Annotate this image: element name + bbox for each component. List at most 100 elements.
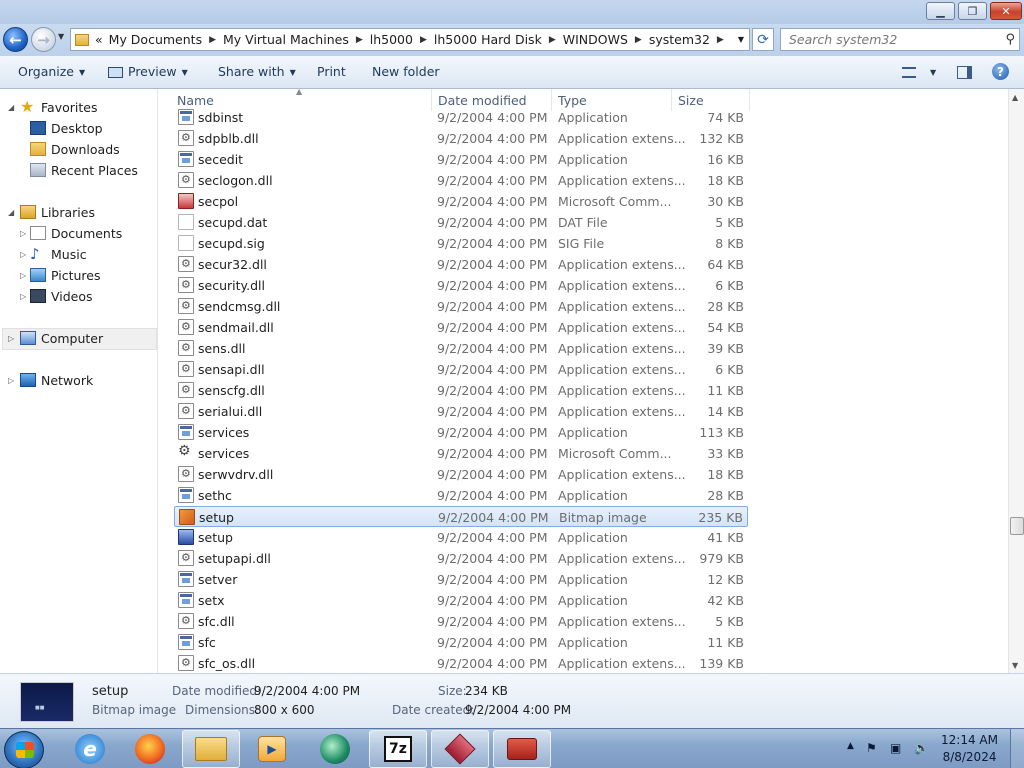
- file-row[interactable]: services 9/2/2004 4:00 PM Microsoft Comm..…: [174, 443, 748, 464]
- breadcrumb-chevron-icon[interactable]: ▶: [549, 35, 556, 45]
- file-row[interactable]: setup 9/2/2004 4:00 PM Application 41 KB: [174, 527, 748, 548]
- breadcrumb-chevron-icon[interactable]: ▶: [420, 35, 427, 45]
- nav-item-desktop[interactable]: Desktop: [30, 118, 103, 138]
- expand-arrow-icon[interactable]: ▷: [20, 271, 26, 280]
- change-view-button[interactable]: ▼: [902, 64, 936, 79]
- show-hidden-icons-icon[interactable]: ▲: [847, 741, 854, 751]
- forward-button[interactable]: →: [31, 27, 56, 52]
- expand-arrow-icon[interactable]: ▷: [20, 229, 26, 238]
- volume-muted-icon[interactable]: 🔈: [914, 741, 929, 755]
- expand-arrow-icon[interactable]: ▷: [8, 334, 14, 343]
- nav-item-videos[interactable]: Videos: [30, 286, 93, 306]
- column-date-modified[interactable]: Date modified: [438, 93, 527, 108]
- file-row[interactable]: secur32.dll 9/2/2004 4:00 PM Application e…: [174, 254, 748, 275]
- taskbar-app-green[interactable]: [306, 730, 364, 768]
- taskbar-app-diamond[interactable]: [431, 730, 489, 768]
- search-input[interactable]: Search system32 ⚲: [780, 28, 1020, 51]
- breadcrumb-chevron-icon[interactable]: ▶: [356, 35, 363, 45]
- breadcrumb-my-virtual-machines[interactable]: My Virtual Machines: [223, 32, 349, 47]
- scroll-up-icon[interactable]: ▲: [1012, 93, 1018, 102]
- nav-item-music[interactable]: ♪ Music: [30, 244, 87, 264]
- expand-arrow-icon[interactable]: ◢: [8, 208, 14, 217]
- system-clock[interactable]: 12:14 AM 8/8/2024: [941, 732, 998, 766]
- file-row[interactable]: seclogon.dll 9/2/2004 4:00 PM Application …: [174, 170, 748, 191]
- breadcrumb-lh5000[interactable]: lh5000: [370, 32, 413, 47]
- recent-pages-dropdown-icon[interactable]: ▼: [58, 32, 64, 41]
- file-row[interactable]: sensapi.dll 9/2/2004 4:00 PM Application e…: [174, 359, 748, 380]
- file-row[interactable]: sfc 9/2/2004 4:00 PM Application 11 KB: [174, 632, 748, 653]
- taskbar-internet-explorer[interactable]: e: [61, 730, 119, 768]
- search-icon[interactable]: ⚲: [1005, 32, 1015, 47]
- breadcrumb-system32[interactable]: system32: [649, 32, 710, 47]
- file-row[interactable]: serwvdrv.dll 9/2/2004 4:00 PM Application …: [174, 464, 748, 485]
- breadcrumb-my-documents[interactable]: My Documents: [109, 32, 202, 47]
- vertical-scrollbar[interactable]: ▲ ▼: [1008, 89, 1024, 673]
- file-row[interactable]: secpol 9/2/2004 4:00 PM Microsoft Comm... 3…: [174, 191, 748, 212]
- back-button[interactable]: ←: [3, 27, 28, 52]
- expand-arrow-icon[interactable]: ◢: [8, 103, 14, 112]
- breadcrumb-overflow[interactable]: «: [95, 32, 103, 47]
- file-row[interactable]: setupapi.dll 9/2/2004 4:00 PM Application …: [174, 548, 748, 569]
- file-row[interactable]: sendcmsg.dll 9/2/2004 4:00 PM Application …: [174, 296, 748, 317]
- file-row[interactable]: sdpblb.dll 9/2/2004 4:00 PM Application ex…: [174, 128, 748, 149]
- minimize-button[interactable]: ▁: [926, 2, 955, 20]
- file-row[interactable]: sfc.dll 9/2/2004 4:00 PM Application exten…: [174, 611, 748, 632]
- file-row[interactable]: security.dll 9/2/2004 4:00 PM Application …: [174, 275, 748, 296]
- file-row[interactable]: setx 9/2/2004 4:00 PM Application 42 KB: [174, 590, 748, 611]
- taskbar-windows-explorer[interactable]: [182, 730, 240, 768]
- file-row[interactable]: sfc_os.dll 9/2/2004 4:00 PM Application ex…: [174, 653, 748, 673]
- action-center-flag-icon[interactable]: ⚑: [866, 741, 877, 755]
- expand-arrow-icon[interactable]: ▷: [20, 292, 26, 301]
- breadcrumb-chevron-icon[interactable]: ▶: [635, 35, 642, 45]
- file-row[interactable]: sethc 9/2/2004 4:00 PM Application 28 KB: [174, 485, 748, 506]
- expand-arrow-icon[interactable]: ▷: [20, 250, 26, 259]
- nav-item-libraries[interactable]: Libraries: [20, 202, 95, 222]
- file-row[interactable]: setup 9/2/2004 4:00 PM Bitmap image 235 KB: [174, 506, 748, 527]
- close-button[interactable]: ✕: [990, 2, 1022, 20]
- breadcrumb-lh5000-hard-disk[interactable]: lh5000 Hard Disk: [434, 32, 542, 47]
- file-row[interactable]: secedit 9/2/2004 4:00 PM Application 16 KB: [174, 149, 748, 170]
- expand-arrow-icon[interactable]: ▷: [8, 376, 14, 385]
- taskbar-toolbox-app[interactable]: [493, 730, 551, 768]
- restore-button[interactable]: ❐: [958, 2, 987, 20]
- nav-item-network[interactable]: Network: [20, 370, 93, 390]
- nav-item-favorites[interactable]: ★ Favorites: [20, 97, 97, 117]
- nav-item-downloads[interactable]: Downloads: [30, 139, 120, 159]
- file-row[interactable]: sens.dll 9/2/2004 4:00 PM Application exte…: [174, 338, 748, 359]
- file-row[interactable]: secupd.sig 9/2/2004 4:00 PM SIG File 8 KB: [174, 233, 748, 254]
- new-folder-button[interactable]: New folder: [372, 64, 440, 79]
- file-row[interactable]: senscfg.dll 9/2/2004 4:00 PM Application e…: [174, 380, 748, 401]
- help-button[interactable]: ?: [992, 63, 1009, 80]
- column-divider[interactable]: [749, 89, 750, 111]
- start-button[interactable]: [4, 731, 44, 768]
- nav-item-documents[interactable]: Documents: [30, 223, 122, 243]
- print-button[interactable]: Print: [317, 64, 346, 79]
- file-row[interactable]: serialui.dll 9/2/2004 4:00 PM Application …: [174, 401, 748, 422]
- column-type[interactable]: Type: [558, 93, 587, 108]
- file-row[interactable]: sendmail.dll 9/2/2004 4:00 PM Application …: [174, 317, 748, 338]
- share-with-button[interactable]: Share with ▼: [218, 64, 296, 79]
- taskbar-7zip[interactable]: 7z: [369, 730, 427, 768]
- address-bar[interactable]: « My Documents ▶ My Virtual Machines ▶ lh5…: [70, 28, 750, 51]
- address-dropdown-icon[interactable]: ▼: [738, 35, 744, 44]
- file-row[interactable]: secupd.dat 9/2/2004 4:00 PM DAT File 5 KB: [174, 212, 748, 233]
- nav-item-recent-places[interactable]: Recent Places: [30, 160, 138, 180]
- taskbar-media-player[interactable]: ▶: [243, 730, 301, 768]
- scrollbar-thumb[interactable]: [1010, 517, 1024, 535]
- nav-item-computer[interactable]: Computer: [20, 328, 103, 348]
- file-row[interactable]: services 9/2/2004 4:00 PM Application 113 K…: [174, 422, 748, 443]
- nav-item-pictures[interactable]: Pictures: [30, 265, 101, 285]
- organize-button[interactable]: Organize ▼: [18, 64, 85, 79]
- column-size[interactable]: Size: [678, 93, 704, 108]
- breadcrumb-windows[interactable]: WINDOWS: [563, 32, 628, 47]
- column-name[interactable]: Name: [177, 93, 214, 108]
- preview-pane-button[interactable]: [957, 64, 972, 79]
- breadcrumb-chevron-icon[interactable]: ▶: [209, 35, 216, 45]
- show-desktop-button[interactable]: [1010, 729, 1024, 768]
- network-tray-icon[interactable]: ▣: [890, 741, 901, 755]
- file-row[interactable]: sdbinst 9/2/2004 4:00 PM Application 74 KB: [174, 107, 748, 128]
- scroll-down-icon[interactable]: ▼: [1012, 661, 1018, 670]
- file-row[interactable]: setver 9/2/2004 4:00 PM Application 12 KB: [174, 569, 748, 590]
- breadcrumb-chevron-icon[interactable]: ▶: [717, 35, 724, 45]
- refresh-button[interactable]: ⟳: [752, 28, 774, 51]
